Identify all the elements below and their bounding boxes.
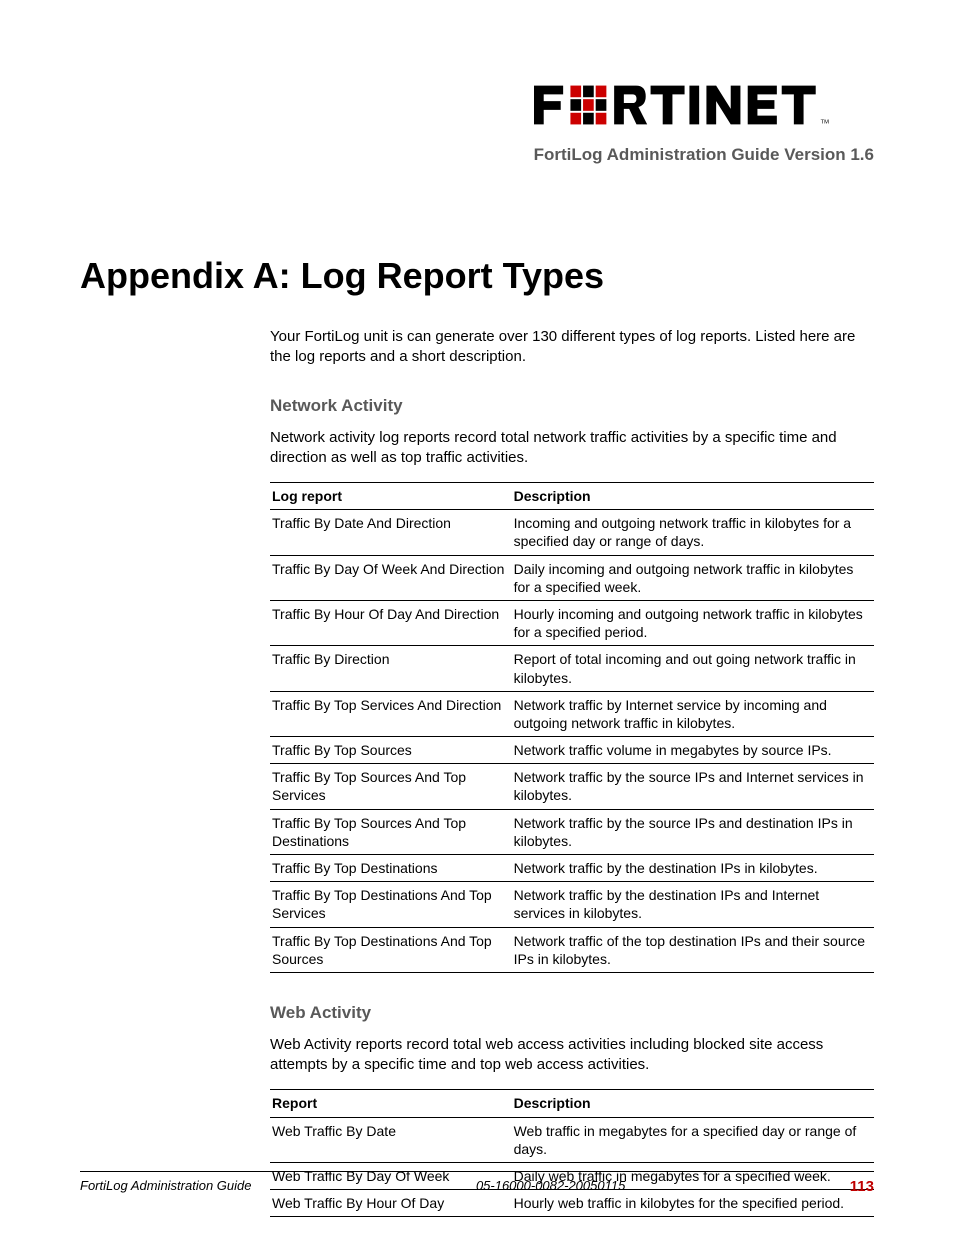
section-intro-network-activity: Network activity log reports record tota… — [270, 428, 874, 469]
table-cell: Traffic By Top Destinations And Top Sour… — [270, 927, 512, 972]
page-footer: FortiLog Administration Guide 05-16000-0… — [80, 1171, 874, 1195]
table-cell: Network traffic by the source IPs and de… — [512, 809, 874, 854]
table-cell: Network traffic by the source IPs and In… — [512, 764, 874, 809]
table-cell: Traffic By Direction — [270, 646, 512, 691]
table-cell: Traffic By Top Sources — [270, 737, 512, 764]
table-cell: Network traffic by the destination IPs i… — [512, 855, 874, 882]
table-cell: Daily incoming and outgoing network traf… — [512, 555, 874, 600]
footer-center: 05-16000-0082-20050115 — [476, 1178, 625, 1195]
document-subtitle: FortiLog Administration Guide Version 1.… — [80, 145, 874, 165]
table-cell: Traffic By Date And Direction — [270, 510, 512, 555]
table-row: Traffic By Top Destinations And Top Sour… — [270, 927, 874, 972]
table-row: Traffic By Top Sources And Top ServicesN… — [270, 764, 874, 809]
table-header-report: Report — [270, 1090, 512, 1117]
table-row: Traffic By Top SourcesNetwork traffic vo… — [270, 737, 874, 764]
section-heading-network-activity: Network Activity — [270, 396, 874, 416]
table-cell: Network traffic by Internet service by i… — [512, 691, 874, 736]
table-cell: Incoming and outgoing network traffic in… — [512, 510, 874, 555]
table-row: Traffic By DirectionReport of total inco… — [270, 646, 874, 691]
table-header-description: Description — [512, 483, 874, 510]
footer-page-number: 113 — [850, 1178, 874, 1195]
table-cell: Report of total incoming and out going n… — [512, 646, 874, 691]
fortinet-logo-icon: TM — [534, 80, 874, 135]
table-row: Traffic By Day Of Week And DirectionDail… — [270, 555, 874, 600]
table-header-log-report: Log report — [270, 483, 512, 510]
table-cell: Hourly incoming and outgoing network tra… — [512, 600, 874, 645]
page-title: Appendix A: Log Report Types — [80, 255, 874, 297]
table-cell: Web traffic in megabytes for a specified… — [512, 1117, 874, 1162]
table-cell: Traffic By Top Destinations — [270, 855, 512, 882]
table-cell: Traffic By Top Services And Direction — [270, 691, 512, 736]
table-cell: Traffic By Day Of Week And Direction — [270, 555, 512, 600]
network-activity-table: Log report Description Traffic By Date A… — [270, 482, 874, 973]
table-cell: Traffic By Top Sources And Top Services — [270, 764, 512, 809]
table-row: Traffic By Top Destinations And Top Serv… — [270, 882, 874, 927]
table-cell: Web Traffic By Date — [270, 1117, 512, 1162]
table-row: Traffic By Top Services And DirectionNet… — [270, 691, 874, 736]
table-cell: Network traffic of the top destination I… — [512, 927, 874, 972]
table-row: Web Traffic By DateWeb traffic in megaby… — [270, 1117, 874, 1162]
table-cell: Network traffic by the destination IPs a… — [512, 882, 874, 927]
footer-left: FortiLog Administration Guide — [80, 1178, 252, 1195]
table-cell: Traffic By Top Sources And Top Destinati… — [270, 809, 512, 854]
logo-block: TM — [80, 80, 874, 135]
section-intro-web-activity: Web Activity reports record total web ac… — [270, 1035, 874, 1076]
table-row: Traffic By Top DestinationsNetwork traff… — [270, 855, 874, 882]
svg-text:TM: TM — [821, 119, 830, 125]
table-row: Traffic By Hour Of Day And DirectionHour… — [270, 600, 874, 645]
intro-paragraph: Your FortiLog unit is can generate over … — [270, 327, 874, 368]
section-heading-web-activity: Web Activity — [270, 1003, 874, 1023]
table-header-description: Description — [512, 1090, 874, 1117]
table-row: Traffic By Date And DirectionIncoming an… — [270, 510, 874, 555]
table-cell: Traffic By Top Destinations And Top Serv… — [270, 882, 512, 927]
table-row: Traffic By Top Sources And Top Destinati… — [270, 809, 874, 854]
table-cell: Traffic By Hour Of Day And Direction — [270, 600, 512, 645]
table-cell: Network traffic volume in megabytes by s… — [512, 737, 874, 764]
web-activity-table: Report Description Web Traffic By DateWe… — [270, 1089, 874, 1217]
